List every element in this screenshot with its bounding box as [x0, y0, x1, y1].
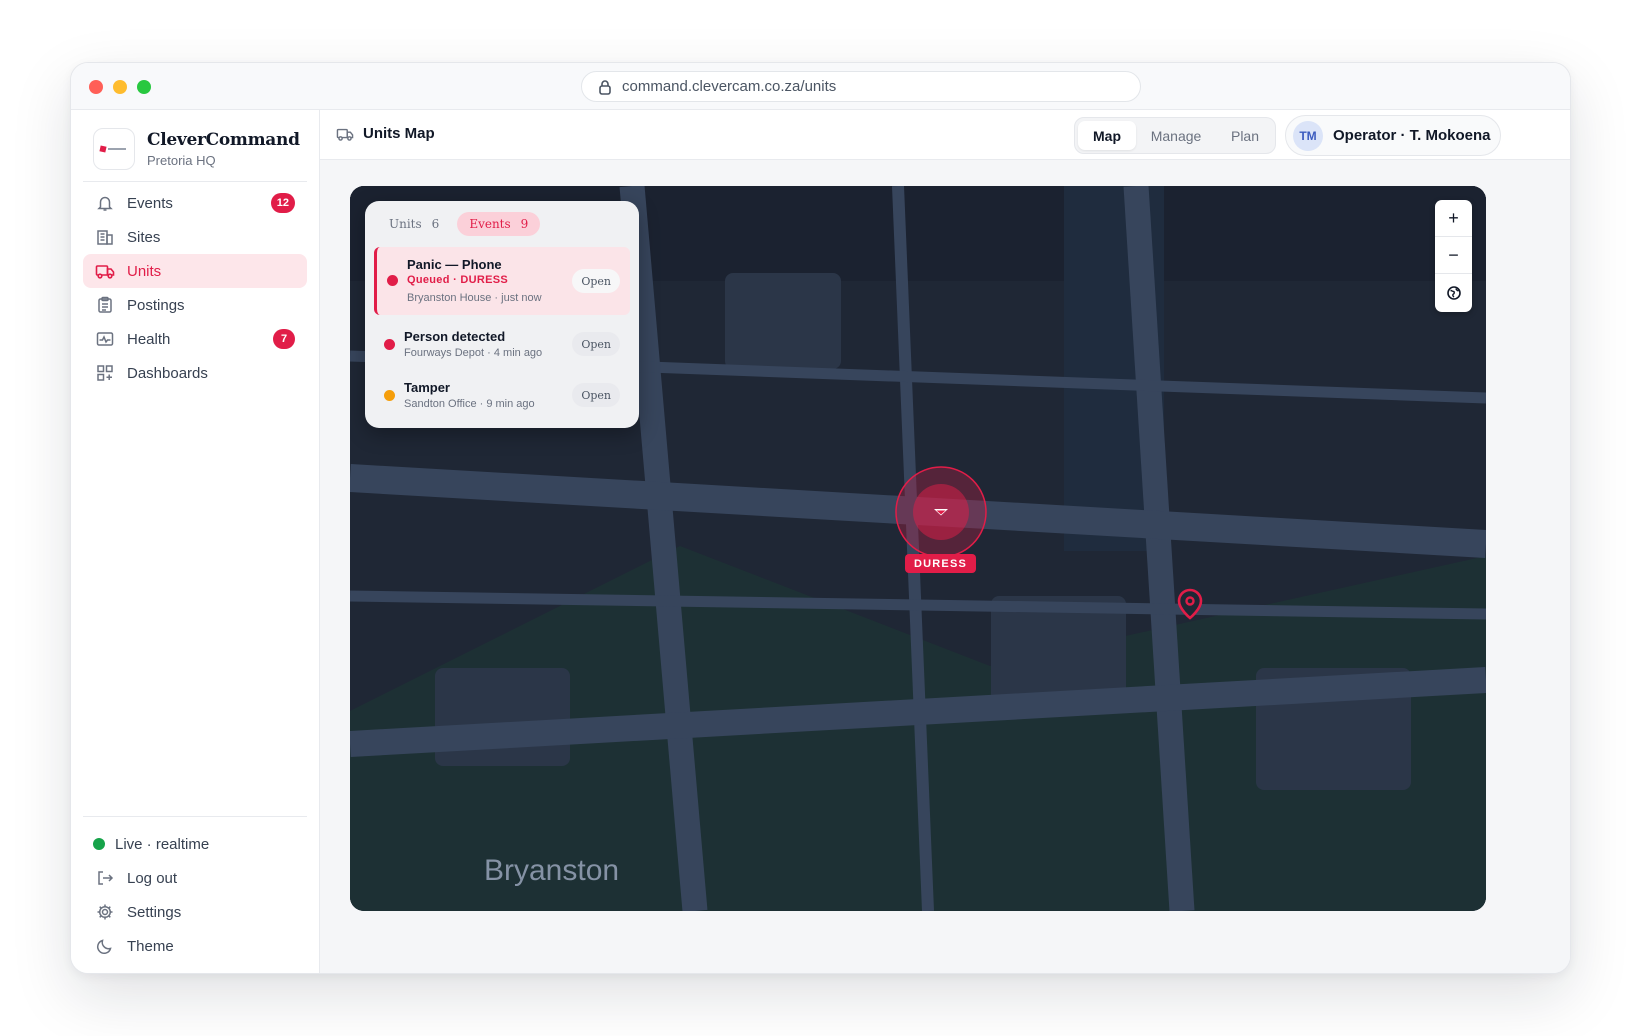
tab-units[interactable]: Units 6 — [377, 212, 451, 236]
minimize-window-button[interactable] — [113, 80, 127, 94]
sidebar: CleverCommand Pretoria HQ Events 12 Site… — [71, 110, 320, 973]
live-status-label: Live · realtime — [115, 835, 210, 853]
sidebar-item-label: Health — [127, 330, 171, 348]
close-window-button[interactable] — [89, 80, 103, 94]
event-item-tamper[interactable]: Tamper Sandton Office · 9 min ago Open — [374, 372, 630, 418]
sidebar-item-health[interactable]: Health 7 — [83, 322, 307, 356]
tab-units-count: 6 — [431, 217, 440, 231]
user-menu[interactable]: TM Operator · T. Mokoena — [1285, 115, 1501, 156]
event-severity-dot — [384, 339, 395, 350]
sidebar-item-label: Sites — [127, 228, 161, 246]
main-content: Units Map Map Manage Plan TM Operator · … — [320, 110, 1570, 973]
sidebar-item-events[interactable]: Events 12 — [83, 186, 307, 220]
tab-map[interactable]: Map — [1078, 121, 1136, 150]
sidebar-item-dashboards[interactable]: Dashboards — [83, 356, 307, 390]
units-map[interactable]: DURESS Bryanston + − Units 6 Events 9 Pa… — [350, 186, 1486, 911]
brand[interactable]: CleverCommand Pretoria HQ — [93, 128, 300, 170]
lock-icon — [599, 79, 611, 95]
zoom-out-button[interactable]: − — [1435, 237, 1472, 274]
sidebar-divider — [83, 181, 307, 182]
events-panel: Units 6 Events 9 Panic — Phone Queued · … — [365, 201, 639, 428]
event-title: Tamper — [404, 380, 450, 395]
panel-tabs: Units 6 Events 9 — [377, 212, 546, 236]
zoom-in-button[interactable]: + — [1435, 200, 1472, 237]
event-title: Person detected — [404, 329, 506, 344]
sidebar-item-label: Events — [127, 194, 173, 212]
theme-label: Theme — [127, 937, 174, 955]
sidebar-item-postings[interactable]: Postings — [83, 288, 307, 322]
health-count-badge: 7 — [273, 329, 295, 349]
truck-icon — [336, 128, 354, 141]
main-nav: Events 12 Sites Units Postings Health 7 — [83, 186, 307, 390]
page-title: Units Map — [336, 125, 435, 142]
event-item-person-detected[interactable]: Person detected Fourways Depot · 4 min a… — [374, 321, 630, 367]
event-item-panic[interactable]: Panic — Phone Queued · DURESS Bryanston … — [374, 247, 630, 315]
sidebar-item-label: Units — [127, 262, 162, 280]
event-meta: Fourways Depot · 4 min ago — [404, 347, 543, 359]
open-event-button[interactable]: Open — [572, 332, 620, 356]
moon-icon — [95, 936, 115, 956]
brand-logo — [93, 128, 135, 170]
open-event-button[interactable]: Open — [572, 383, 620, 407]
gear-icon — [95, 902, 115, 922]
duress-unit-marker[interactable] — [895, 466, 987, 558]
logout-button[interactable]: Log out — [83, 861, 307, 895]
logout-icon — [95, 868, 115, 888]
user-name: Operator · T. Mokoena — [1333, 127, 1491, 144]
grid-icon — [95, 363, 115, 383]
view-switcher: Map Manage Plan — [1074, 117, 1276, 154]
event-severity-dot — [384, 390, 395, 401]
duress-label: DURESS — [905, 554, 977, 573]
event-meta: Bryanston House · just now — [407, 292, 542, 304]
top-bar: Units Map Map Manage Plan TM Operator · … — [320, 110, 1570, 160]
tab-events-label: Events — [469, 217, 511, 231]
events-count-badge: 12 — [270, 193, 295, 213]
map-place-label: Bryanston — [484, 854, 620, 887]
globe-button[interactable] — [1435, 274, 1472, 311]
tab-manage[interactable]: Manage — [1136, 121, 1216, 150]
tab-plan[interactable]: Plan — [1216, 121, 1274, 150]
sidebar-footer: Live · realtime Log out Settings Theme — [83, 816, 307, 963]
tab-events[interactable]: Events 9 — [457, 212, 541, 236]
event-title: Panic — Phone — [407, 257, 502, 272]
map-zoom-controls: + − — [1435, 200, 1472, 312]
settings-label: Settings — [127, 903, 182, 921]
settings-button[interactable]: Settings — [83, 895, 307, 929]
globe-icon — [1446, 285, 1461, 300]
address-bar[interactable]: command.clevercam.co.za/units — [581, 71, 1141, 102]
brand-subtitle: Pretoria HQ — [147, 153, 216, 168]
url-text: command.clevercam.co.za/units — [622, 78, 837, 95]
tab-events-count: 9 — [520, 217, 529, 231]
event-severity-dot — [387, 275, 398, 286]
sidebar-divider — [83, 816, 307, 817]
sidebar-item-sites[interactable]: Sites — [83, 220, 307, 254]
building-icon — [95, 227, 115, 247]
pulse-icon — [95, 329, 115, 349]
event-status: Queued · DURESS — [407, 274, 509, 286]
logout-label: Log out — [127, 869, 178, 887]
open-event-button[interactable]: Open — [572, 269, 620, 293]
sidebar-item-label: Postings — [127, 296, 185, 314]
sidebar-item-label: Dashboards — [127, 364, 208, 382]
live-status-dot — [93, 838, 105, 850]
maximize-window-button[interactable] — [137, 80, 151, 94]
title-bar: command.clevercam.co.za/units — [71, 63, 1570, 110]
sidebar-item-units[interactable]: Units — [83, 254, 307, 288]
page-title-text: Units Map — [363, 125, 435, 142]
live-status: Live · realtime — [83, 827, 307, 861]
truck-icon — [95, 261, 115, 281]
bell-icon — [95, 193, 115, 213]
brand-name: CleverCommand — [147, 130, 300, 150]
theme-button[interactable]: Theme — [83, 929, 307, 963]
browser-window: command.clevercam.co.za/units CleverComm… — [70, 62, 1571, 974]
avatar: TM — [1293, 120, 1323, 151]
tab-units-label: Units — [389, 217, 422, 231]
clipboard-icon — [95, 295, 115, 315]
event-meta: Sandton Office · 9 min ago — [404, 398, 535, 410]
